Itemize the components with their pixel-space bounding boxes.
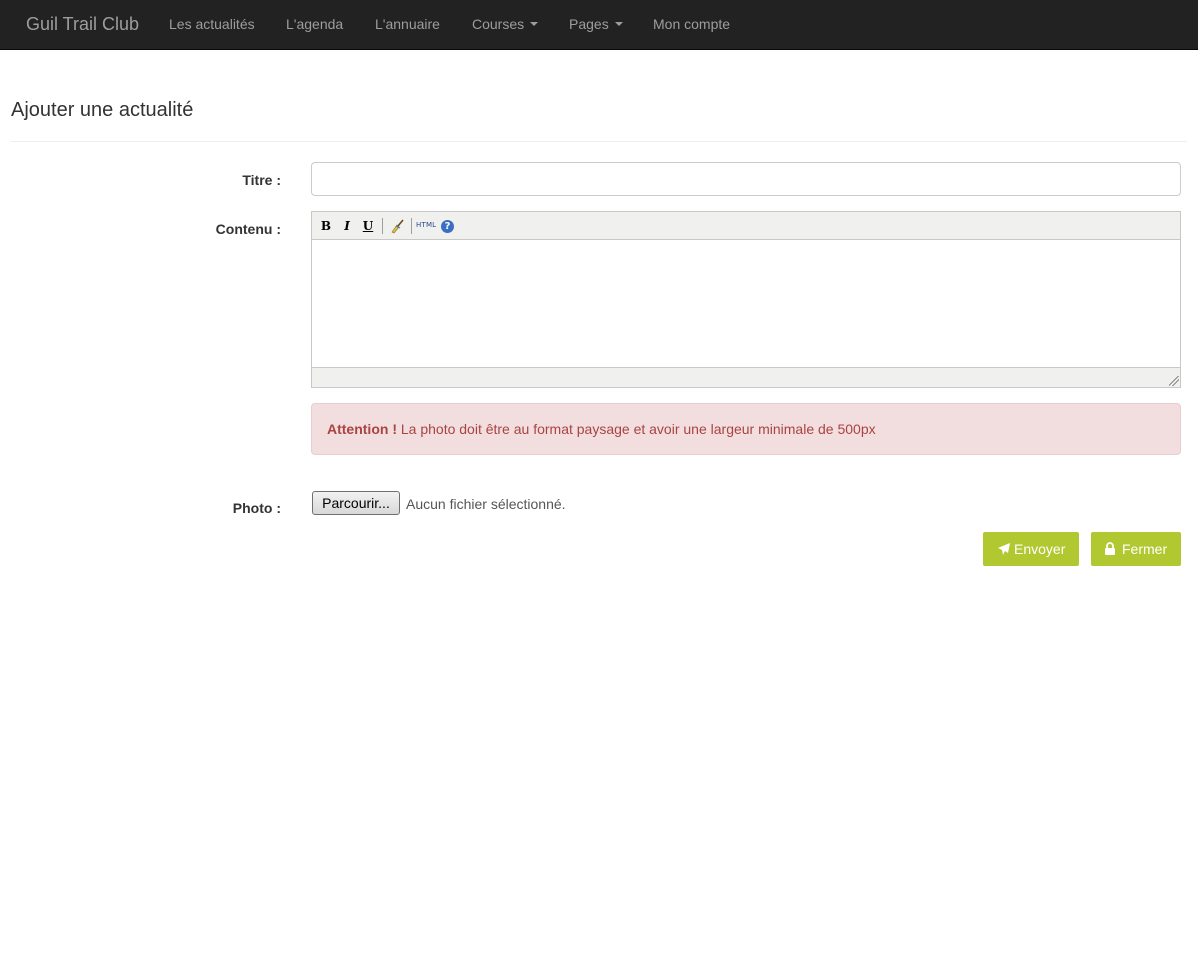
- photo-warning-alert: Attention ! La photo doit être au format…: [311, 403, 1181, 455]
- nav-item-pages-label: Pages: [569, 16, 609, 32]
- nav-item-mon-compte[interactable]: Mon compte: [653, 16, 730, 32]
- html-source-button[interactable]: HTML: [416, 221, 436, 229]
- toolbar-separator: [411, 218, 412, 234]
- page-title: Ajouter une actualité: [11, 99, 194, 121]
- nav-item-actualites[interactable]: Les actualités: [169, 16, 255, 32]
- rich-text-editor: B I U HTML ?: [311, 211, 1181, 388]
- paper-plane-icon: [997, 542, 1011, 559]
- alert-strong: Attention !: [327, 421, 397, 437]
- title-input[interactable]: [311, 162, 1181, 196]
- italic-button[interactable]: I: [339, 218, 355, 234]
- bold-button[interactable]: B: [318, 218, 334, 234]
- nav-item-annuaire[interactable]: L'annuaire: [375, 16, 440, 32]
- editor-content-area[interactable]: [312, 240, 1180, 367]
- nav-item-courses-label: Courses: [472, 16, 525, 32]
- alert-message: La photo doit être au format paysage et …: [400, 421, 876, 437]
- nav-item-courses[interactable]: Courses: [472, 16, 539, 32]
- content-label: Contenu :: [215, 221, 281, 237]
- send-label: Envoyer: [1014, 541, 1066, 557]
- underline-button[interactable]: U: [360, 218, 376, 234]
- editor-statusbar: [312, 367, 1180, 387]
- close-button[interactable]: Fermer: [1091, 532, 1181, 566]
- file-status-text: Aucun fichier sélectionné.: [406, 496, 566, 512]
- title-divider: [11, 141, 1187, 142]
- caret-down-icon: [614, 22, 623, 27]
- help-icon[interactable]: ?: [441, 220, 454, 233]
- close-label: Fermer: [1122, 541, 1168, 557]
- toolbar-separator: [382, 218, 383, 234]
- resize-grip-icon[interactable]: [1169, 376, 1179, 386]
- title-label: Titre :: [242, 172, 281, 188]
- broom-icon[interactable]: [389, 218, 405, 234]
- send-button[interactable]: Envoyer: [983, 532, 1079, 566]
- top-navbar: Guil Trail Club Les actualités L'agenda …: [0, 0, 1198, 50]
- lock-icon: [1104, 542, 1116, 559]
- editor-toolbar: B I U HTML ?: [312, 212, 1180, 240]
- photo-label: Photo :: [232, 500, 281, 516]
- navbar-brand[interactable]: Guil Trail Club: [26, 14, 139, 35]
- nav-item-agenda[interactable]: L'agenda: [286, 16, 343, 32]
- caret-down-icon: [530, 22, 539, 27]
- nav-item-pages[interactable]: Pages: [569, 16, 623, 32]
- file-browse-button[interactable]: Parcourir...: [312, 491, 400, 515]
